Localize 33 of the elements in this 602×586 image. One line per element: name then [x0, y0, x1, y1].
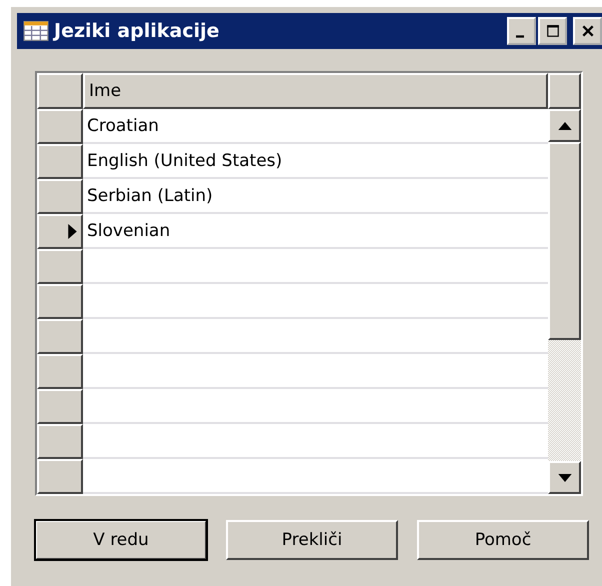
- row-selector[interactable]: [37, 214, 83, 249]
- scrollbar[interactable]: [548, 109, 581, 494]
- maximize-icon: [546, 24, 560, 38]
- scroll-thumb[interactable]: [548, 142, 581, 340]
- up-arrow-icon: [558, 122, 572, 130]
- current-row-icon: [68, 224, 77, 239]
- close-button[interactable]: [573, 17, 602, 45]
- dialog-button[interactable]: Prekliči: [226, 520, 398, 560]
- table-cell: English (United States): [83, 144, 548, 179]
- column-header[interactable]: Ime: [83, 73, 548, 109]
- dialog-button[interactable]: Pomoč: [417, 520, 589, 560]
- maximize-button[interactable]: [538, 17, 567, 45]
- scroll-up-button[interactable]: [548, 109, 581, 142]
- table-cell: Serbian (Latin): [83, 179, 548, 214]
- row-selector[interactable]: [37, 389, 83, 424]
- table-cell: Slovenian: [83, 214, 548, 249]
- row-selector[interactable]: [37, 459, 83, 494]
- row-selector[interactable]: [37, 249, 83, 284]
- row-selector[interactable]: [37, 284, 83, 319]
- close-icon: [580, 24, 594, 38]
- minimize-icon: [516, 34, 524, 38]
- table-cell: Croatian: [83, 109, 548, 144]
- row-selector[interactable]: [37, 144, 83, 179]
- row-selector[interactable]: [37, 319, 83, 354]
- row-selector[interactable]: [37, 354, 83, 389]
- down-arrow-icon: [558, 474, 572, 482]
- window-title: Jeziki aplikacije: [54, 20, 220, 42]
- row-selector[interactable]: [37, 424, 83, 459]
- row-selector[interactable]: [37, 109, 83, 144]
- dialog-button[interactable]: V redu: [35, 520, 207, 560]
- row-selector[interactable]: [37, 179, 83, 214]
- scroll-down-button[interactable]: [548, 461, 581, 494]
- table-icon: [23, 21, 49, 41]
